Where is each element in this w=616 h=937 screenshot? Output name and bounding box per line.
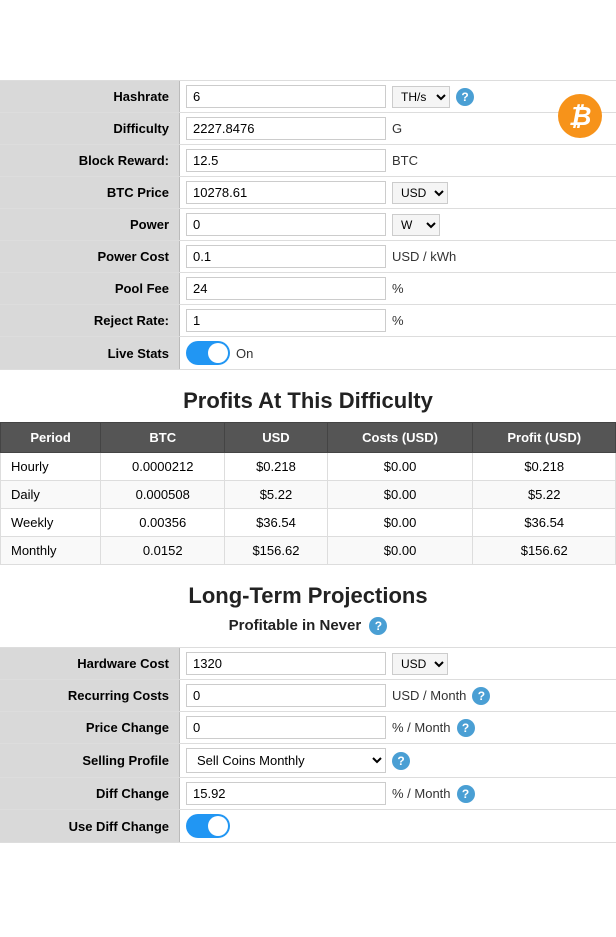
difficulty-input[interactable] [186, 117, 386, 140]
reject-rate-unit: % [392, 313, 404, 328]
hashrate-help-icon[interactable]: ? [456, 88, 474, 106]
use-diff-change-input-area [180, 810, 616, 842]
use-diff-change-row: Use Diff Change [0, 809, 616, 843]
hashrate-input-area: TH/sGH/sMH/s ? [180, 81, 616, 112]
power-input[interactable] [186, 213, 386, 236]
power-cost-row: Power Cost USD / kWh [0, 240, 616, 272]
btc-price-row: BTC Price USDEURGBP [0, 176, 616, 208]
diff-change-unit: % / Month [392, 786, 451, 801]
reject-rate-label: Reject Rate: [0, 305, 180, 336]
diff-change-input[interactable] [186, 782, 386, 805]
price-change-help-icon[interactable]: ? [457, 719, 475, 737]
reject-rate-input-area: % [180, 305, 616, 336]
profits-title: Profits At This Difficulty [0, 388, 616, 414]
btc-price-currency-select[interactable]: USDEURGBP [392, 182, 448, 204]
power-input-area: WkW [180, 209, 616, 240]
col-costs: Costs (USD) [327, 423, 473, 453]
recurring-costs-label: Recurring Costs [0, 680, 180, 711]
live-stats-row: Live Stats On [0, 336, 616, 370]
diff-change-help-icon[interactable]: ? [457, 785, 475, 803]
selling-profile-row: Selling Profile Sell Coins Monthly Hold … [0, 743, 616, 777]
hardware-cost-input[interactable] [186, 652, 386, 675]
profitable-row: Profitable in Never ? [0, 617, 616, 635]
price-change-input-area: % / Month ? [180, 712, 616, 743]
pool-fee-input-area: % [180, 273, 616, 304]
block-reward-input-area: BTC [180, 145, 616, 176]
power-row: Power WkW [0, 208, 616, 240]
hashrate-label: Hashrate [0, 81, 180, 112]
hardware-cost-currency-select[interactable]: USDEURGBP [392, 653, 448, 675]
price-change-label: Price Change [0, 712, 180, 743]
btc-price-input-area: USDEURGBP [180, 177, 616, 208]
power-cost-input[interactable] [186, 245, 386, 268]
reject-rate-row: Reject Rate: % [0, 304, 616, 336]
power-label: Power [0, 209, 180, 240]
col-btc: BTC [101, 423, 225, 453]
btc-price-label: BTC Price [0, 177, 180, 208]
block-reward-unit: BTC [392, 153, 418, 168]
pool-fee-input[interactable] [186, 277, 386, 300]
diff-change-row: Diff Change % / Month ? [0, 777, 616, 809]
projections-section: Long-Term Projections Profitable in Neve… [0, 583, 616, 843]
difficulty-unit: G [392, 121, 402, 136]
main-form: Hashrate TH/sGH/sMH/s ? Difficulty G Blo… [0, 80, 616, 370]
hashrate-unit-select[interactable]: TH/sGH/sMH/s [392, 86, 450, 108]
recurring-costs-unit: USD / Month [392, 688, 466, 703]
profits-table: Period BTC USD Costs (USD) Profit (USD) … [0, 422, 616, 565]
table-row: Weekly0.00356$36.54$0.00$36.54 [1, 509, 616, 537]
block-reward-row: Block Reward: BTC [0, 144, 616, 176]
hardware-cost-row: Hardware Cost USDEURGBP [0, 647, 616, 679]
power-cost-unit: USD / kWh [392, 249, 456, 264]
diff-change-label: Diff Change [0, 778, 180, 809]
recurring-costs-row: Recurring Costs USD / Month ? [0, 679, 616, 711]
profitable-help-icon[interactable]: ? [369, 617, 387, 635]
col-usd: USD [225, 423, 327, 453]
hardware-cost-input-area: USDEURGBP [180, 648, 616, 679]
live-stats-input-area: On [180, 337, 616, 369]
selling-profile-select[interactable]: Sell Coins Monthly Hold Coins Sell Coins… [186, 748, 386, 773]
hashrate-row: Hashrate TH/sGH/sMH/s ? [0, 80, 616, 112]
bitcoin-logo: ₿ [558, 94, 602, 138]
difficulty-input-area: G [180, 113, 616, 144]
profits-section: Profits At This Difficulty Period BTC US… [0, 388, 616, 565]
hashrate-input[interactable] [186, 85, 386, 108]
table-row: Monthly0.0152$156.62$0.00$156.62 [1, 537, 616, 565]
profitable-value: Never [319, 617, 361, 634]
price-change-row: Price Change % / Month ? [0, 711, 616, 743]
table-row: Hourly0.0000212$0.218$0.00$0.218 [1, 453, 616, 481]
recurring-costs-help-icon[interactable]: ? [472, 687, 490, 705]
btc-price-input[interactable] [186, 181, 386, 204]
pool-fee-unit: % [392, 281, 404, 296]
price-change-input[interactable] [186, 716, 386, 739]
projections-title: Long-Term Projections [0, 583, 616, 609]
live-stats-label: Live Stats [0, 337, 180, 369]
live-stats-toggle[interactable] [186, 341, 230, 365]
pool-fee-label: Pool Fee [0, 273, 180, 304]
selling-profile-label: Selling Profile [0, 744, 180, 777]
diff-change-input-area: % / Month ? [180, 778, 616, 809]
use-diff-change-label: Use Diff Change [0, 810, 180, 842]
power-unit-select[interactable]: WkW [392, 214, 440, 236]
col-period: Period [1, 423, 101, 453]
recurring-costs-input-area: USD / Month ? [180, 680, 616, 711]
selling-profile-help-icon[interactable]: ? [392, 752, 410, 770]
live-stats-toggle-label: On [236, 346, 253, 361]
reject-rate-input[interactable] [186, 309, 386, 332]
difficulty-row: Difficulty G [0, 112, 616, 144]
power-cost-label: Power Cost [0, 241, 180, 272]
block-reward-input[interactable] [186, 149, 386, 172]
table-row: Daily0.000508$5.22$0.00$5.22 [1, 481, 616, 509]
use-diff-change-toggle[interactable] [186, 814, 230, 838]
pool-fee-row: Pool Fee % [0, 272, 616, 304]
block-reward-label: Block Reward: [0, 145, 180, 176]
price-change-unit: % / Month [392, 720, 451, 735]
recurring-costs-input[interactable] [186, 684, 386, 707]
power-cost-input-area: USD / kWh [180, 241, 616, 272]
hardware-cost-label: Hardware Cost [0, 648, 180, 679]
difficulty-label: Difficulty [0, 113, 180, 144]
col-profit: Profit (USD) [473, 423, 616, 453]
selling-profile-input-area: Sell Coins Monthly Hold Coins Sell Coins… [180, 744, 616, 777]
